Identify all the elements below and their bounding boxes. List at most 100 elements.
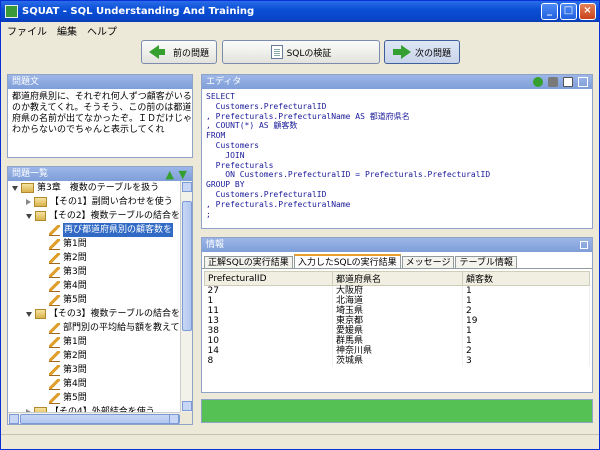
- tree-item[interactable]: 第1問: [8, 335, 180, 349]
- tree-item[interactable]: 第2問: [8, 251, 180, 265]
- sql-line: ;: [206, 209, 211, 219]
- settings-icon[interactable]: [548, 77, 558, 87]
- scroll-left-button[interactable]: [9, 414, 19, 424]
- prev-question-label: 前の問題: [172, 48, 209, 59]
- table-row[interactable]: 14 神奈川県 2: [204, 346, 590, 356]
- scroll-down-button[interactable]: [182, 401, 192, 411]
- scroll-right-button[interactable]: [169, 414, 179, 424]
- arrow-right-icon: [392, 45, 411, 59]
- window-title: SQUAT - SQL Understanding And Training: [22, 6, 255, 17]
- expanded-icon[interactable]: [26, 213, 32, 219]
- maximize-editor-icon[interactable]: [578, 77, 588, 87]
- info-tab[interactable]: 正解SQLの実行結果: [204, 256, 293, 268]
- tree-item[interactable]: 第4問: [8, 279, 180, 293]
- pencil-icon: [49, 378, 60, 390]
- result-grid-wrapper: PrefecturalID 都道府県名 顧客数 27 大阪府 1 1 北海道 1 11 埼玉県 2 1…: [202, 269, 592, 366]
- menu-bar: ファイル 編集 ヘルプ: [1, 22, 599, 38]
- scroll-up-button[interactable]: [182, 182, 192, 192]
- table-row[interactable]: 11 埼玉県 2: [204, 306, 590, 316]
- pencil-icon: [49, 336, 60, 348]
- table-cell: 11: [204, 306, 333, 316]
- problem-panel: 問題文 都道府県別に、それぞれ何人ずつ顧客がいる のか教えてくれ。そうそう、この前…: [7, 74, 193, 158]
- move-up-icon[interactable]: ▲: [166, 168, 174, 182]
- tree-item[interactable]: 第2問: [8, 349, 180, 363]
- tree-item[interactable]: 第3章 複数のテーブルを扱う: [8, 181, 180, 195]
- run-icon[interactable]: [533, 77, 543, 87]
- problem-panel-header: 問題文: [8, 75, 192, 89]
- sql-line: , Prefecturals.PrefecturalName: [206, 199, 351, 209]
- column-header[interactable]: 都道府県名: [332, 271, 463, 286]
- table-cell: 群馬県: [332, 336, 463, 346]
- table-row[interactable]: 10 群馬県 1: [204, 336, 590, 346]
- tree-item-label: 【その1】副問い合わせを使う: [50, 197, 173, 207]
- minimize-button[interactable]: _: [541, 3, 558, 20]
- tree-item-label: 第1問: [63, 239, 87, 249]
- tree-horizontal-scrollbar[interactable]: [8, 412, 180, 424]
- pencil-icon: [49, 364, 60, 376]
- problem-panel-title: 問題文: [12, 77, 40, 87]
- pencil-icon: [49, 392, 60, 404]
- tree-item[interactable]: 第3問: [8, 363, 180, 377]
- info-tab[interactable]: テーブル情報: [455, 256, 517, 268]
- collapsed-icon[interactable]: [26, 199, 31, 205]
- tree-item[interactable]: 再び都道府県別の顧客数を: [8, 223, 180, 237]
- column-header[interactable]: PrefecturalID: [204, 271, 333, 286]
- next-question-button[interactable]: 次の問題: [384, 40, 460, 64]
- tree-item[interactable]: 第1問: [8, 237, 180, 251]
- folder-icon: [35, 309, 46, 319]
- close-button[interactable]: ×: [579, 3, 596, 20]
- table-row[interactable]: 8 茨城県 3: [204, 356, 590, 366]
- expanded-icon[interactable]: [26, 311, 32, 317]
- tree-item[interactable]: 【その1】副問い合わせを使う: [8, 195, 180, 209]
- info-tab[interactable]: メッセージ: [401, 256, 455, 268]
- next-question-label: 次の問題: [414, 48, 451, 59]
- menu-file[interactable]: ファイル: [7, 23, 47, 38]
- table-cell: 2: [462, 306, 590, 316]
- expanded-icon[interactable]: [12, 185, 18, 191]
- tree-item[interactable]: 第4問: [8, 377, 180, 391]
- maximize-button[interactable]: □: [560, 3, 577, 20]
- move-down-icon[interactable]: ▼: [179, 168, 187, 182]
- table-cell: 1: [462, 285, 590, 296]
- clear-icon[interactable]: [563, 77, 573, 87]
- result-status-bar: [201, 399, 593, 423]
- h-scroll-thumb[interactable]: [20, 414, 180, 424]
- editor-panel-header: エディタ: [202, 75, 592, 89]
- sql-line: GROUP BY: [206, 180, 245, 190]
- table-cell: 27: [204, 285, 333, 296]
- info-tab[interactable]: 入力したSQLの実行結果: [293, 254, 401, 268]
- tree-item[interactable]: 第5問: [8, 391, 180, 405]
- tree-item[interactable]: 第3問: [8, 265, 180, 279]
- tree-item[interactable]: 【その2】複数テーブルの結合を: [8, 209, 180, 223]
- table-row[interactable]: 38 愛媛県 1: [204, 326, 590, 336]
- menu-help[interactable]: ヘルプ: [87, 23, 117, 38]
- tree-item[interactable]: 第5問: [8, 293, 180, 307]
- tree-item[interactable]: 【その4】外部結合を使う: [8, 405, 180, 412]
- table-cell: 茨城県: [332, 356, 463, 366]
- maximize-info-icon[interactable]: [580, 241, 588, 249]
- sql-line: ON Customers.PrefecturalID = Prefectural…: [206, 170, 491, 180]
- result-table: PrefecturalID 都道府県名 顧客数 27 大阪府 1 1 北海道 1 11 埼玉県 2 1…: [204, 271, 590, 366]
- tree-item-label: 部門別の平均給与額を教えて: [63, 323, 180, 333]
- prev-question-button[interactable]: 前の問題: [141, 40, 217, 64]
- table-cell: 東京都: [332, 316, 463, 326]
- menu-edit[interactable]: 編集: [57, 23, 77, 38]
- tree-item[interactable]: 部門別の平均給与額を教えて: [8, 321, 180, 335]
- tree-item-label: 第1問: [63, 337, 87, 347]
- tree-item-label: 【その3】複数テーブルの結合を: [48, 309, 180, 319]
- result-header-row: PrefecturalID 都道府県名 顧客数: [204, 271, 590, 286]
- column-header[interactable]: 顧客数: [462, 271, 590, 286]
- table-cell: 1: [462, 326, 590, 336]
- pencil-icon: [49, 294, 60, 306]
- pencil-icon: [49, 280, 60, 292]
- tree-vertical-scrollbar[interactable]: [180, 181, 192, 412]
- verify-sql-button[interactable]: SQLの検証: [222, 40, 380, 64]
- status-bar: [1, 434, 599, 449]
- table-row[interactable]: 1 北海道 1: [204, 296, 590, 306]
- tree-item[interactable]: 【その3】複数テーブルの結合を: [8, 307, 180, 321]
- scroll-thumb[interactable]: [182, 201, 192, 331]
- table-row[interactable]: 27 大阪府 1: [204, 285, 590, 296]
- table-row[interactable]: 13 東京都 19: [204, 316, 590, 326]
- scroll-corner: [180, 412, 192, 424]
- sql-editor[interactable]: SELECT Customers.PrefecturalID, Prefectu…: [202, 89, 592, 222]
